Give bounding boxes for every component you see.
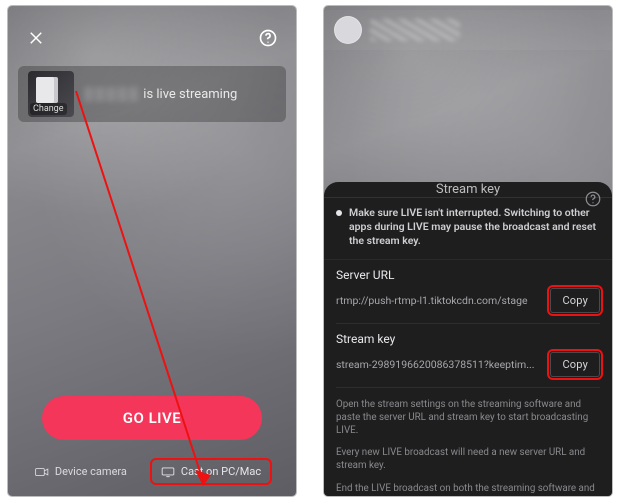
cast-icon	[161, 466, 175, 478]
avatar[interactable]	[334, 16, 362, 44]
sheet-title: Stream key	[436, 182, 500, 197]
copy-stream-key-button[interactable]: Copy	[550, 352, 600, 377]
stream-key-field: Stream key stream-2989196620086378511?ke…	[324, 324, 612, 388]
live-title-text: ▒▒▒▒▒ is live streaming	[84, 86, 237, 102]
copy-server-url-button[interactable]: Copy	[550, 288, 600, 313]
top-bar	[8, 16, 296, 60]
live-header	[324, 10, 612, 50]
stream-key-sheet: Stream key Make sure LIVE isn't interrup…	[324, 182, 612, 496]
change-cover-label: Change	[30, 103, 67, 115]
bullet-icon	[336, 210, 342, 216]
go-live-label: GO LIVE	[123, 409, 181, 427]
info-text-1: Open the stream settings on the streamin…	[336, 398, 600, 438]
server-url-value: rtmp://push-rtmp-l1.tiktokcdn.com/stage	[336, 294, 540, 307]
cover-thumbnail[interactable]: Change	[28, 71, 74, 117]
warning-text: Make sure LIVE isn't interrupted. Switch…	[349, 206, 600, 249]
device-camera-label: Device camera	[55, 465, 127, 478]
phone-go-live: Change ▒▒▒▒▒ is live streaming GO LIVE D…	[8, 6, 296, 496]
stream-key-value: stream-2989196620086378511?keeptim...	[336, 358, 540, 371]
status-suffix: is live streaming	[143, 87, 237, 102]
info-footer: Open the stream settings on the streamin…	[324, 388, 612, 496]
info-text-2: Every new LIVE broadcast will need a new…	[336, 446, 600, 472]
camera-icon	[35, 467, 49, 477]
tab-device-camera[interactable]: Device camera	[35, 465, 127, 478]
go-live-button[interactable]: GO LIVE	[42, 396, 262, 440]
phone-stream-key: Stream key Make sure LIVE isn't interrup…	[324, 6, 612, 496]
username-blurred: ▒▒▒▒▒	[84, 87, 140, 102]
server-url-label: Server URL	[336, 268, 600, 282]
sheet-header: Stream key	[324, 182, 612, 198]
source-tabs: Device camera Cast on PC/Mac	[8, 461, 296, 482]
help-icon[interactable]	[254, 24, 282, 52]
tab-cast-pc-mac[interactable]: Cast on PC/Mac	[153, 461, 269, 482]
username-blurred	[370, 19, 460, 41]
live-title-banner[interactable]: Change ▒▒▒▒▒ is live streaming	[18, 66, 286, 122]
server-url-field: Server URL rtmp://push-rtmp-l1.tiktokcdn…	[324, 260, 612, 324]
help-icon[interactable]	[584, 190, 602, 212]
close-icon[interactable]	[22, 24, 50, 52]
stream-key-label: Stream key	[336, 332, 600, 346]
info-text-3: End the LIVE broadcast on both the strea…	[336, 482, 600, 496]
cast-label: Cast on PC/Mac	[181, 465, 261, 478]
warning-banner: Make sure LIVE isn't interrupted. Switch…	[324, 198, 612, 260]
